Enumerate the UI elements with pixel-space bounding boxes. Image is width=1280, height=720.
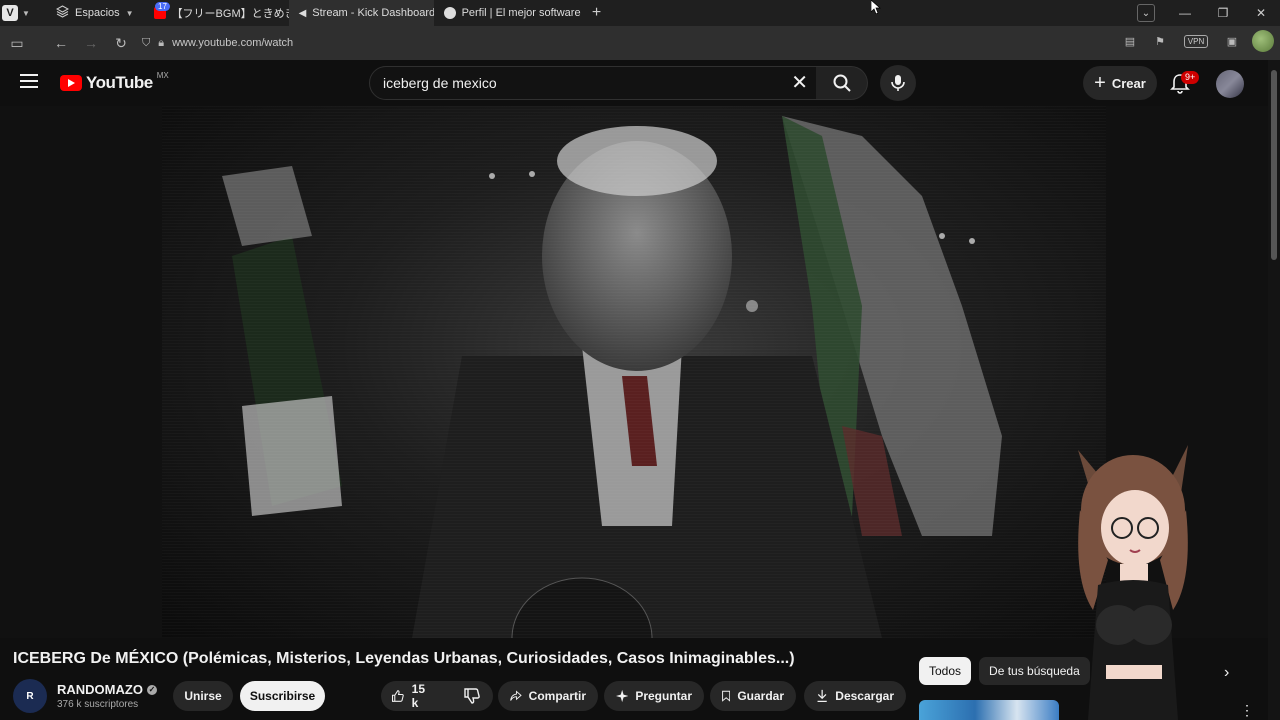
tab-list-button[interactable]: ⌄ [1137, 4, 1155, 22]
shield-icon: ⛉ [142, 36, 151, 49]
subscribe-button[interactable]: Suscribirse [240, 681, 325, 711]
create-button[interactable]: + Crear [1083, 66, 1157, 100]
subscriber-count: 376 k suscriptores [57, 699, 139, 710]
layers-icon [55, 5, 70, 21]
like-count: 15 k [411, 682, 425, 710]
youtube-logo[interactable]: YouTube MX [60, 70, 169, 93]
video-frame[interactable] [162, 106, 1106, 638]
save-label: Guardar [737, 689, 784, 703]
tab-title: 【フリーBGM】ときめき [171, 8, 289, 20]
address-bar-actions: ▤ ⚑ VPN ▣ [1120, 30, 1274, 52]
like-dislike-group: 15 k [381, 681, 493, 711]
thumbs-up-icon [391, 690, 404, 702]
youtube-header: YouTube MX iceberg de mexico ✕ + Crear 9… [0, 60, 1280, 106]
page-scrollbar[interactable] [1268, 60, 1280, 720]
join-button[interactable]: Unirse [173, 681, 233, 711]
plus-icon: + [1094, 72, 1106, 94]
mouse-cursor-icon [871, 0, 881, 14]
search-button[interactable] [816, 66, 868, 100]
tab-title: Perfil | El mejor software pa [461, 7, 584, 19]
chevron-down-icon: ▼ [125, 8, 134, 18]
browser-tab-bar: V ▼ Espacios ▼ 17 【フリーBGM】ときめき ◀ Stream … [0, 0, 1280, 26]
related-filter-chips: Todos De tus búsqueda [919, 657, 1090, 685]
save-button[interactable]: Guardar [710, 681, 796, 711]
channel-avatar[interactable]: R [13, 679, 47, 713]
scrollbar-thumb[interactable] [1271, 70, 1277, 260]
close-window-button[interactable]: ✕ [1242, 0, 1280, 26]
download-icon [817, 689, 827, 702]
microphone-icon [891, 75, 905, 91]
tab-kick-dashboard[interactable]: ◀ Stream - Kick Dashboard [288, 0, 434, 26]
tab-title: Stream - Kick Dashboard [312, 7, 434, 19]
scanline-overlay [162, 106, 1106, 638]
country-code: MX [156, 70, 169, 80]
spaces-label: Espacios [75, 7, 120, 19]
ask-label: Preguntar [635, 689, 692, 703]
lock-icon: 🔒︎ [158, 36, 165, 49]
chevron-right-icon[interactable]: › [1224, 664, 1229, 682]
verified-icon: ✓ [146, 684, 157, 695]
chip-from-searches[interactable]: De tus búsqueda [979, 657, 1090, 685]
thumbs-down-icon [464, 688, 481, 704]
menu-icon[interactable] [20, 74, 38, 88]
restore-button[interactable]: ❐ [1204, 0, 1242, 26]
url-field[interactable]: ⛉ 🔒︎ www.youtube.com/watch [142, 37, 293, 50]
reader-view-icon[interactable]: ▤ [1120, 31, 1140, 51]
download-label: Descargar [835, 689, 894, 703]
panel-toggle-icon[interactable]: ▭ [2, 28, 32, 58]
window-controls: — ❐ ✕ [1166, 0, 1280, 26]
notification-badge: 9+ [1181, 71, 1200, 84]
minimize-button[interactable]: — [1166, 0, 1204, 26]
youtube-play-icon [60, 75, 82, 91]
subscribe-label: Suscribirse [249, 689, 316, 703]
vivaldi-menu-button[interactable]: V ▼ [0, 0, 32, 26]
tab-badge: 17 [155, 2, 170, 11]
like-button[interactable]: 15 k [391, 682, 429, 710]
share-button[interactable]: Compartir [498, 681, 598, 711]
chip-todos[interactable]: Todos [919, 657, 972, 685]
forward-button[interactable]: → [76, 28, 106, 58]
back-button[interactable]: ← [46, 28, 76, 58]
account-avatar[interactable] [1216, 70, 1244, 98]
vivaldi-logo-icon: V [2, 5, 19, 21]
address-bar: ▭ ← → ↻ ⛉ 🔒︎ www.youtube.com/watch ▤ ⚑ V… [0, 26, 1280, 60]
channel-info: R RANDOMAZO ✓ 376 k suscriptores [13, 679, 157, 713]
ask-button[interactable]: Preguntar [604, 681, 704, 711]
voice-search-button[interactable] [880, 65, 916, 101]
speaker-icon: ◀ [298, 7, 307, 19]
search-query: iceberg de mexico [383, 75, 497, 91]
browser-profile-avatar[interactable] [1252, 30, 1274, 52]
channel-name-row[interactable]: RANDOMAZO ✓ [57, 682, 157, 697]
perfil-favicon-icon [443, 7, 456, 19]
join-label: Unirse [184, 689, 222, 703]
dislike-button[interactable] [463, 687, 481, 705]
chevron-down-icon: ▼ [22, 8, 30, 18]
search-icon [833, 74, 851, 92]
spaces-button[interactable]: Espacios ▼ [46, 0, 144, 26]
sparkle-icon [616, 689, 629, 703]
new-tab-button[interactable]: + [584, 0, 610, 26]
channel-name: RANDOMAZO [57, 682, 143, 697]
search-input[interactable]: iceberg de mexico ✕ [369, 66, 817, 100]
tab-perfil[interactable]: Perfil | El mejor software pa [434, 0, 584, 26]
vpn-button[interactable]: VPN [1180, 31, 1212, 51]
youtube-logo-text: YouTube [86, 73, 153, 92]
extensions-icon[interactable]: ▣ [1222, 31, 1242, 51]
related-video-thumbnail[interactable] [919, 700, 1059, 720]
url-text: www.youtube.com/watch [172, 37, 294, 49]
share-label: Compartir [528, 689, 586, 703]
tab-bgm[interactable]: 17 【フリーBGM】ときめき [144, 0, 289, 26]
bookmark-icon [722, 690, 731, 702]
share-icon [510, 690, 522, 701]
bookmark-icon[interactable]: ⚑ [1150, 31, 1170, 51]
clear-search-icon[interactable]: ✕ [791, 73, 808, 93]
create-label: Crear [1111, 75, 1146, 91]
reload-button[interactable]: ↻ [106, 28, 136, 58]
video-title: ICEBERG De MÉXICO (Polémicas, Misterios,… [13, 650, 795, 667]
download-button[interactable]: Descargar [804, 681, 906, 711]
more-options-icon[interactable]: ⋮ [1240, 702, 1254, 719]
